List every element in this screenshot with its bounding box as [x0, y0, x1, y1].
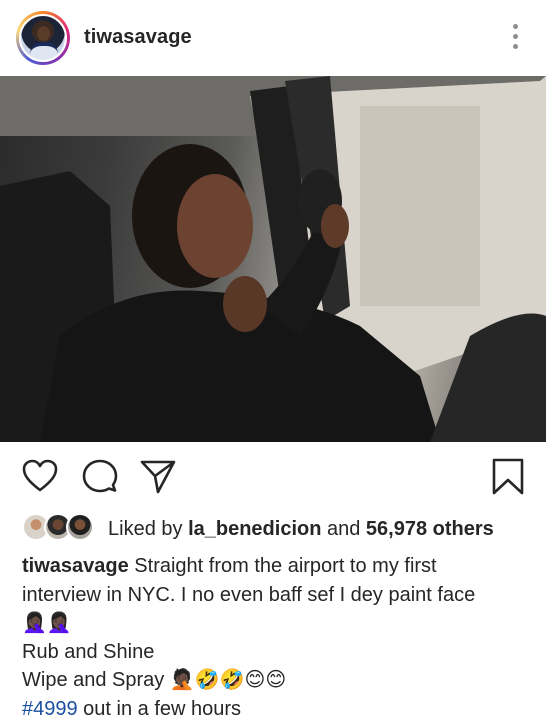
- caption-line-2: interview in NYC. I no even baff sef I d…: [22, 583, 476, 606]
- heart-icon[interactable]: [20, 456, 60, 496]
- caption-line-4: Rub and Shine: [22, 640, 155, 663]
- caption-line-5: Wipe and Spray 🤦🏿🤣🤣😊😊: [22, 669, 287, 691]
- likes-conjunction: and: [321, 518, 366, 540]
- likes-row: Liked by la_benedicion and 56,978 others: [22, 512, 532, 544]
- avatar-image: [19, 14, 67, 62]
- caption-text: out in a few hours: [77, 697, 242, 720]
- post-photo[interactable]: [0, 76, 546, 442]
- post-username[interactable]: tiwasavage: [84, 26, 192, 49]
- post-actions: [0, 450, 546, 500]
- caption-text: Straight from the airport to my first: [128, 555, 437, 577]
- hashtag-link[interactable]: #4999: [22, 698, 78, 720]
- post-caption: tiwasavage Straight from the airport to …: [22, 552, 532, 720]
- caption-username[interactable]: tiwasavage: [22, 555, 129, 577]
- more-vertical-icon[interactable]: [510, 24, 520, 52]
- caption-line-6: #4999 out in a few hours: [22, 695, 532, 720]
- bookmark-icon[interactable]: [488, 456, 528, 496]
- likes-count[interactable]: 56,978 others: [366, 518, 494, 540]
- post-header: tiwasavage: [0, 0, 546, 76]
- caption-emoji-line: 🤦🏿‍♀️🤦🏿‍♀️: [22, 612, 72, 634]
- liker-username[interactable]: la_benedicion: [188, 518, 321, 540]
- profile-avatar[interactable]: [16, 11, 70, 65]
- comment-icon[interactable]: [80, 456, 120, 496]
- photo-illustration: [0, 76, 546, 442]
- liker-avatar: [66, 513, 94, 541]
- caption-line-1: tiwasavage Straight from the airport to …: [22, 552, 532, 581]
- send-icon[interactable]: [138, 456, 178, 496]
- likes-summary[interactable]: Liked by la_benedicion and 56,978 others: [108, 518, 494, 541]
- likes-prefix: Liked by: [108, 518, 189, 540]
- liker-avatars[interactable]: [22, 512, 102, 542]
